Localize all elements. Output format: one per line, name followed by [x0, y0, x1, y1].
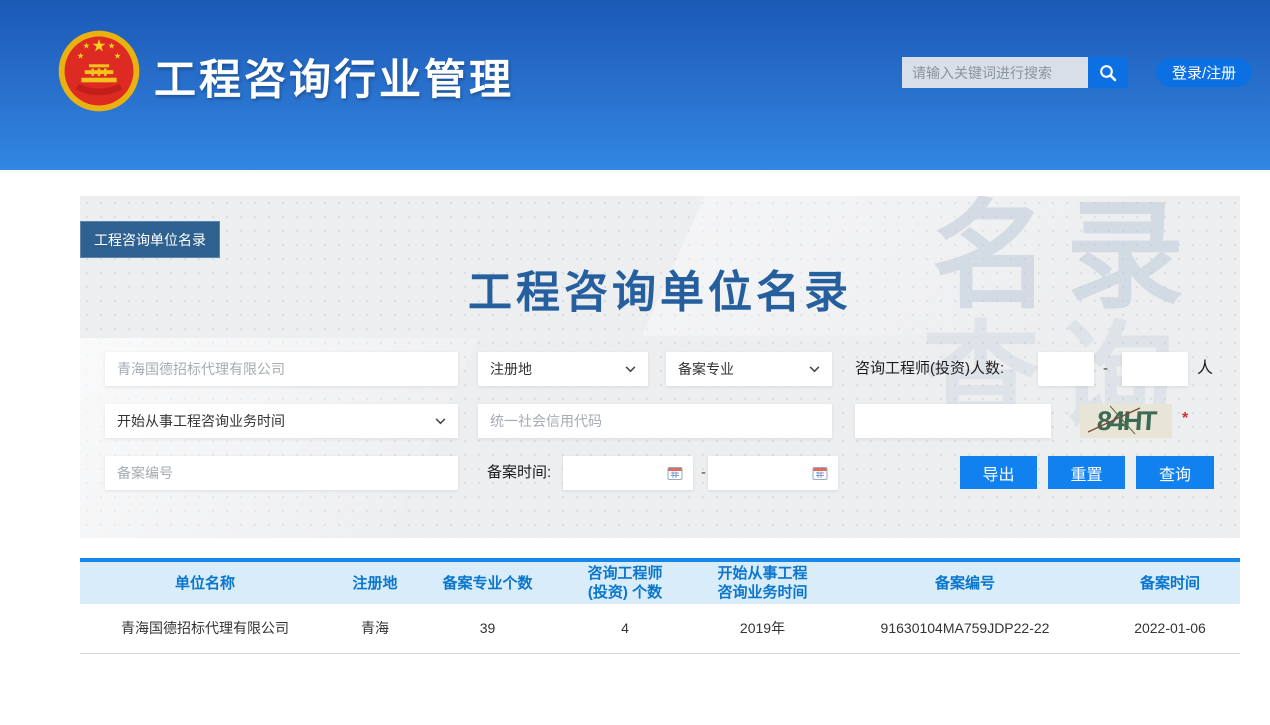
header-search [902, 57, 1128, 88]
captcha-noise-lines [1080, 404, 1172, 438]
calendar-icon [667, 465, 683, 481]
engineer-count-label: 咨询工程师(投资)人数: [855, 352, 1004, 386]
col-header-record-no: 备案编号 [830, 562, 1100, 604]
col-header-unit-name: 单位名称 [80, 562, 330, 604]
cell-reg-place: 青海 [330, 604, 420, 653]
page-title: 工程咨询单位名录 [80, 256, 1240, 320]
search-button[interactable] [1088, 57, 1128, 88]
specialty-select[interactable]: 备案专业 [666, 352, 832, 386]
site-title: 工程咨询行业管理 [154, 46, 514, 107]
specialty-value: 备案专业 [678, 359, 734, 379]
page: 工程咨询行业管理 登录/注册 名录 查询 工程咨询单位名录 工程咨询单位名录 [0, 0, 1270, 725]
cell-record-no: 91630104MA759JDP22-22 [830, 604, 1100, 653]
national-emblem-logo [57, 29, 141, 113]
header: 工程咨询行业管理 登录/注册 [0, 0, 1270, 170]
business-start-time-select[interactable]: 开始从事工程咨询业务时间 [105, 404, 458, 438]
directory-panel: 名录 查询 工程咨询单位名录 工程咨询单位名录 注册地 备案专业 咨询工程师(投… [80, 196, 1240, 538]
col-header-record-time: 备案时间 [1100, 562, 1240, 604]
cell-specialty-count: 39 [420, 604, 555, 653]
chevron-down-icon [809, 366, 820, 373]
table-header-row: 单位名称 注册地 备案专业个数 咨询工程师 (投资) 个数 开始从事工程 咨询业… [80, 562, 1240, 604]
cell-record-time: 2022-01-06 [1100, 604, 1240, 653]
search-icon [1098, 63, 1118, 83]
col-header-reg-place: 注册地 [330, 562, 420, 604]
credit-code-input[interactable] [478, 404, 832, 438]
cell-unit-name: 青海国德招标代理有限公司 [80, 604, 330, 653]
record-number-input[interactable] [105, 456, 458, 490]
person-unit-label: 人 [1197, 352, 1213, 386]
col-header-engineer-count: 咨询工程师 (投资) 个数 [555, 562, 695, 604]
engineer-count-max-input[interactable] [1122, 352, 1188, 386]
record-time-to-input[interactable] [708, 456, 838, 490]
reset-button[interactable]: 重置 [1048, 456, 1125, 489]
engineer-count-min-input[interactable] [1038, 352, 1094, 386]
search-input[interactable] [902, 57, 1088, 88]
registration-place-select[interactable]: 注册地 [478, 352, 648, 386]
registration-place-value: 注册地 [490, 359, 532, 379]
tab-directory[interactable]: 工程咨询单位名录 [80, 221, 220, 258]
table-row: 青海国德招标代理有限公司 青海 39 4 2019年 91630104MA759… [80, 604, 1240, 653]
range-separator: - [1103, 352, 1108, 386]
business-start-time-value: 开始从事工程咨询业务时间 [117, 411, 285, 431]
chevron-down-icon [625, 366, 636, 373]
login-register-button[interactable]: 登录/注册 [1156, 58, 1252, 87]
calendar-icon [812, 465, 828, 481]
results-table: 单位名称 注册地 备案专业个数 咨询工程师 (投资) 个数 开始从事工程 咨询业… [80, 558, 1240, 654]
record-time-from-input[interactable] [563, 456, 693, 490]
col-header-start-time: 开始从事工程 咨询业务时间 [695, 562, 830, 604]
record-time-label: 备案时间: [487, 456, 551, 490]
query-button[interactable]: 查询 [1136, 456, 1214, 489]
col-header-specialty-count: 备案专业个数 [420, 562, 555, 604]
range-separator: - [701, 456, 706, 490]
export-button[interactable]: 导出 [960, 456, 1037, 489]
captcha-image[interactable]: 84HT [1080, 404, 1172, 438]
captcha-input[interactable] [855, 404, 1051, 438]
company-name-input[interactable] [105, 352, 458, 386]
cell-engineer-count: 4 [555, 604, 695, 653]
chevron-down-icon [435, 418, 446, 425]
required-asterisk: * [1182, 410, 1188, 428]
cell-start-time: 2019年 [695, 604, 830, 653]
